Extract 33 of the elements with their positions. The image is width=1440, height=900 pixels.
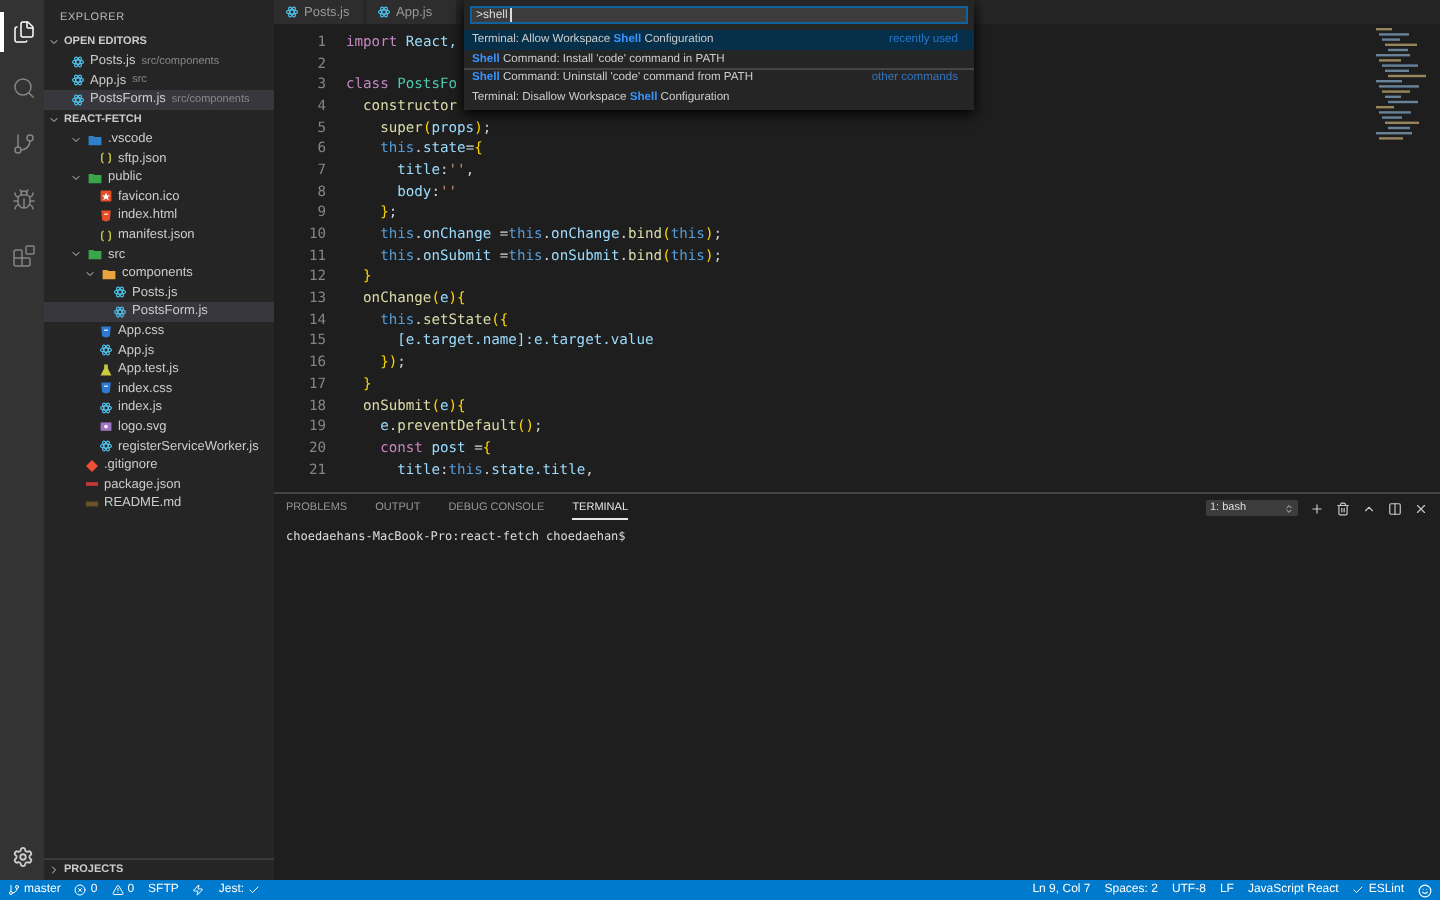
- react-icon: [286, 6, 298, 18]
- react-icon: [100, 344, 112, 357]
- branch-icon: [8, 884, 20, 896]
- updown-icon: [1284, 503, 1294, 513]
- check-icon: [1352, 884, 1365, 896]
- trash-icon[interactable]: [1336, 501, 1350, 515]
- chevron-down-icon[interactable]: [70, 171, 82, 184]
- react-icon: [100, 401, 112, 414]
- split-icon[interactable]: [1388, 501, 1402, 515]
- chevron-right-icon[interactable]: [48, 864, 60, 876]
- react-icon: [100, 440, 112, 453]
- smiley-icon[interactable]: [1418, 883, 1432, 897]
- settings-icon[interactable]: [11, 846, 33, 868]
- folder-icon: [88, 133, 102, 146]
- error-icon: [74, 884, 87, 896]
- git-icon: [86, 459, 98, 472]
- css-icon: [100, 325, 112, 338]
- chevron-down-icon[interactable]: [48, 36, 60, 48]
- close-icon[interactable]: [1414, 501, 1428, 515]
- braces-icon: [100, 152, 112, 165]
- check-icon: [248, 884, 261, 896]
- favicon-icon: [100, 190, 112, 203]
- braces-icon: [100, 229, 112, 242]
- warning-icon: [111, 884, 124, 896]
- folder-icon: [88, 171, 102, 184]
- react-icon: [378, 6, 390, 18]
- html-icon: [100, 209, 112, 222]
- flask-icon: [100, 363, 112, 376]
- lightning-icon[interactable]: [192, 884, 205, 896]
- css-icon: [100, 382, 112, 395]
- chevron-up-icon[interactable]: [1362, 501, 1376, 515]
- image-icon: [100, 420, 112, 433]
- plus-icon[interactable]: [1310, 501, 1324, 515]
